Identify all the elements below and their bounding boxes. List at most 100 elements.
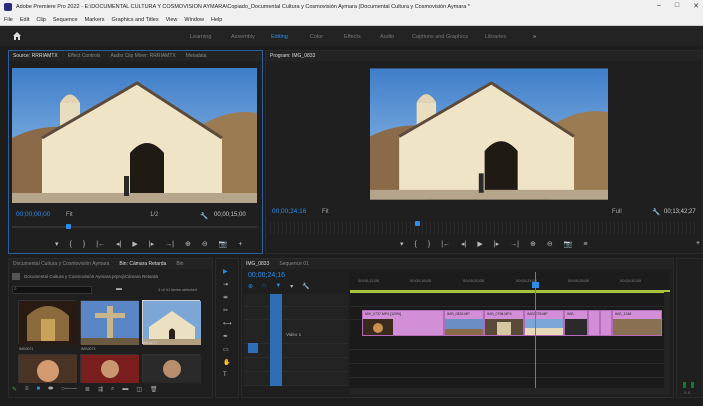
tab-sequence-img0833[interactable]: IMG_0833 xyxy=(246,261,269,267)
snap-icon[interactable]: ∩ xyxy=(262,283,266,290)
bin-item-thumb-4[interactable] xyxy=(18,354,77,383)
bin-item-thumb-5[interactable] xyxy=(80,354,139,383)
hand-tool-icon[interactable]: ✋ xyxy=(223,359,230,366)
timeline-scrollbar[interactable] xyxy=(350,388,670,394)
source-timecode[interactable]: 00;00;00;00 xyxy=(16,211,50,218)
trash-icon[interactable]: 🗑 xyxy=(150,386,158,396)
source-patch-column[interactable] xyxy=(270,294,282,386)
timeline-timecode[interactable]: 00;00;24;16 xyxy=(248,272,285,279)
close-button[interactable]: ✕ xyxy=(693,2,699,10)
insert-sequence-nested-icon[interactable]: ⊕ xyxy=(248,283,253,290)
list-view-icon[interactable]: ≡ xyxy=(25,386,29,396)
source-patch-a1[interactable] xyxy=(248,343,258,353)
program-timecode[interactable]: 00;00;24;16 xyxy=(272,208,306,215)
program-mark-out-icon[interactable]: } xyxy=(428,241,430,248)
tab-bin[interactable]: Bin xyxy=(176,261,183,267)
clip-2[interactable]: IMG_0833.MP xyxy=(444,310,484,336)
maximize-button[interactable]: □ xyxy=(675,2,679,10)
wrench-icon[interactable]: 🔧 xyxy=(200,212,208,220)
step-forward-icon[interactable]: |▸ xyxy=(149,240,154,248)
program-playhead[interactable] xyxy=(415,221,420,226)
sort-icons[interactable]: ≣ xyxy=(85,386,90,396)
program-scrubber[interactable] xyxy=(270,222,698,234)
step-back-icon[interactable]: ◂| xyxy=(116,240,121,248)
clip-8[interactable]: IMG_1246 xyxy=(612,310,662,336)
linked-selection-icon[interactable]: ▼ xyxy=(275,283,281,290)
work-area-bar[interactable] xyxy=(350,290,670,293)
program-fit-select[interactable]: Fit xyxy=(322,209,329,215)
zoom-slider[interactable]: ○—— xyxy=(61,386,77,396)
program-wrench-icon[interactable]: 🔧 xyxy=(652,208,660,216)
menu-help[interactable]: Help xyxy=(211,17,222,23)
icon-view-icon[interactable]: ■ xyxy=(37,386,41,396)
clip-4[interactable]: IMG0075.MP xyxy=(524,310,564,336)
project-search-input[interactable] xyxy=(12,286,92,294)
clip-6[interactable] xyxy=(588,310,600,336)
track-select-tool-icon[interactable]: ⇥ xyxy=(223,281,228,288)
ripple-edit-tool-icon[interactable]: ⇹ xyxy=(223,294,228,301)
selection-tool-icon[interactable]: ▶ xyxy=(223,268,228,275)
source-resolution-select[interactable]: 1/2 xyxy=(150,212,158,218)
clip-3[interactable]: IMG_0798.MP4 xyxy=(484,310,524,336)
razor-tool-icon[interactable]: ✂ xyxy=(223,307,228,314)
workspace-effects[interactable]: Effects xyxy=(344,34,361,40)
program-go-to-in-icon[interactable]: |← xyxy=(441,241,450,248)
menu-view[interactable]: View xyxy=(166,17,178,23)
workspace-learning[interactable]: Learning xyxy=(190,34,211,40)
clip-5[interactable]: IMG xyxy=(564,310,588,336)
find-icon[interactable]: ⌕ xyxy=(111,386,114,396)
workspace-assembly[interactable]: Assembly xyxy=(231,34,255,40)
program-mark-in-icon[interactable]: { xyxy=(415,241,417,248)
lift-icon[interactable]: ⊕ xyxy=(530,240,536,248)
new-bin-footer-icon[interactable]: ▬ xyxy=(122,386,128,396)
clip-7[interactable] xyxy=(600,310,612,336)
more-workspaces-icon[interactable]: » xyxy=(533,34,536,40)
program-video-frame[interactable] xyxy=(370,68,608,200)
source-playhead[interactable] xyxy=(66,224,71,229)
tab-source[interactable]: Source: RRRIAMTX xyxy=(13,53,58,59)
mark-out-icon[interactable]: } xyxy=(83,241,85,248)
timeline-playhead-handle[interactable] xyxy=(532,282,539,288)
insert-icon[interactable]: ⊕ xyxy=(185,240,191,248)
bin-item-thumb-3[interactable] xyxy=(142,300,201,345)
play-icon[interactable]: ▶ xyxy=(132,240,137,248)
program-play-icon[interactable]: ▶ xyxy=(477,240,482,248)
menu-markers[interactable]: Markers xyxy=(85,17,105,23)
tab-effect-controls[interactable]: Effect Controls xyxy=(68,53,101,59)
menu-window[interactable]: Window xyxy=(184,17,204,23)
type-tool-icon[interactable]: T xyxy=(223,372,227,378)
program-add-button[interactable]: + xyxy=(696,240,700,247)
workspace-libraries[interactable]: Libraries xyxy=(485,34,506,40)
source-video-frame[interactable] xyxy=(12,68,257,203)
menu-file[interactable]: File xyxy=(4,17,13,23)
tab-sequence-01[interactable]: Sequence 01 xyxy=(279,261,308,267)
program-step-back-icon[interactable]: ◂| xyxy=(461,240,466,248)
minimize-button[interactable]: – xyxy=(657,2,661,10)
mark-in-icon[interactable]: { xyxy=(70,241,72,248)
program-add-marker-icon[interactable]: ▾ xyxy=(400,240,404,248)
add-marker-icon[interactable]: ▾ xyxy=(55,240,59,248)
bin-item-thumb-6[interactable] xyxy=(142,354,201,383)
menu-graphics[interactable]: Graphics and Titles xyxy=(112,17,159,23)
tab-bin-camara[interactable]: Bin: Cámara Retarda xyxy=(119,261,166,267)
overwrite-icon[interactable]: ⊖ xyxy=(202,240,208,248)
source-scrubber[interactable] xyxy=(12,226,257,228)
workspace-audio[interactable]: Audio xyxy=(380,34,394,40)
solo-buttons[interactable]: S S xyxy=(684,390,690,395)
timeline-settings-icon[interactable]: 🔧 xyxy=(302,283,309,290)
timeline-vertical-scrollbar[interactable] xyxy=(664,292,670,388)
go-to-in-icon[interactable]: |← xyxy=(96,241,105,248)
tab-project[interactable]: Documental Cultura y Cosmovisión Aymara xyxy=(13,261,109,267)
comparison-view-icon[interactable]: ≡ xyxy=(583,241,587,248)
automate-icon[interactable]: ⇶ xyxy=(98,386,103,396)
menu-edit[interactable]: Edit xyxy=(20,17,29,23)
button-editor-icon[interactable]: + xyxy=(238,241,242,248)
freeform-view-icon[interactable]: ⬬ xyxy=(48,386,53,396)
source-fit-select[interactable]: Fit xyxy=(66,212,73,218)
clip-1[interactable]: MVI_0737.MP4 [120%] xyxy=(362,310,444,336)
extract-icon[interactable]: ⊖ xyxy=(547,240,553,248)
workspace-captions[interactable]: Captions and Graphics xyxy=(412,34,468,40)
program-step-forward-icon[interactable]: |▸ xyxy=(494,240,499,248)
slip-tool-icon[interactable]: ⟷ xyxy=(223,320,232,327)
menu-sequence[interactable]: Sequence xyxy=(53,17,78,23)
